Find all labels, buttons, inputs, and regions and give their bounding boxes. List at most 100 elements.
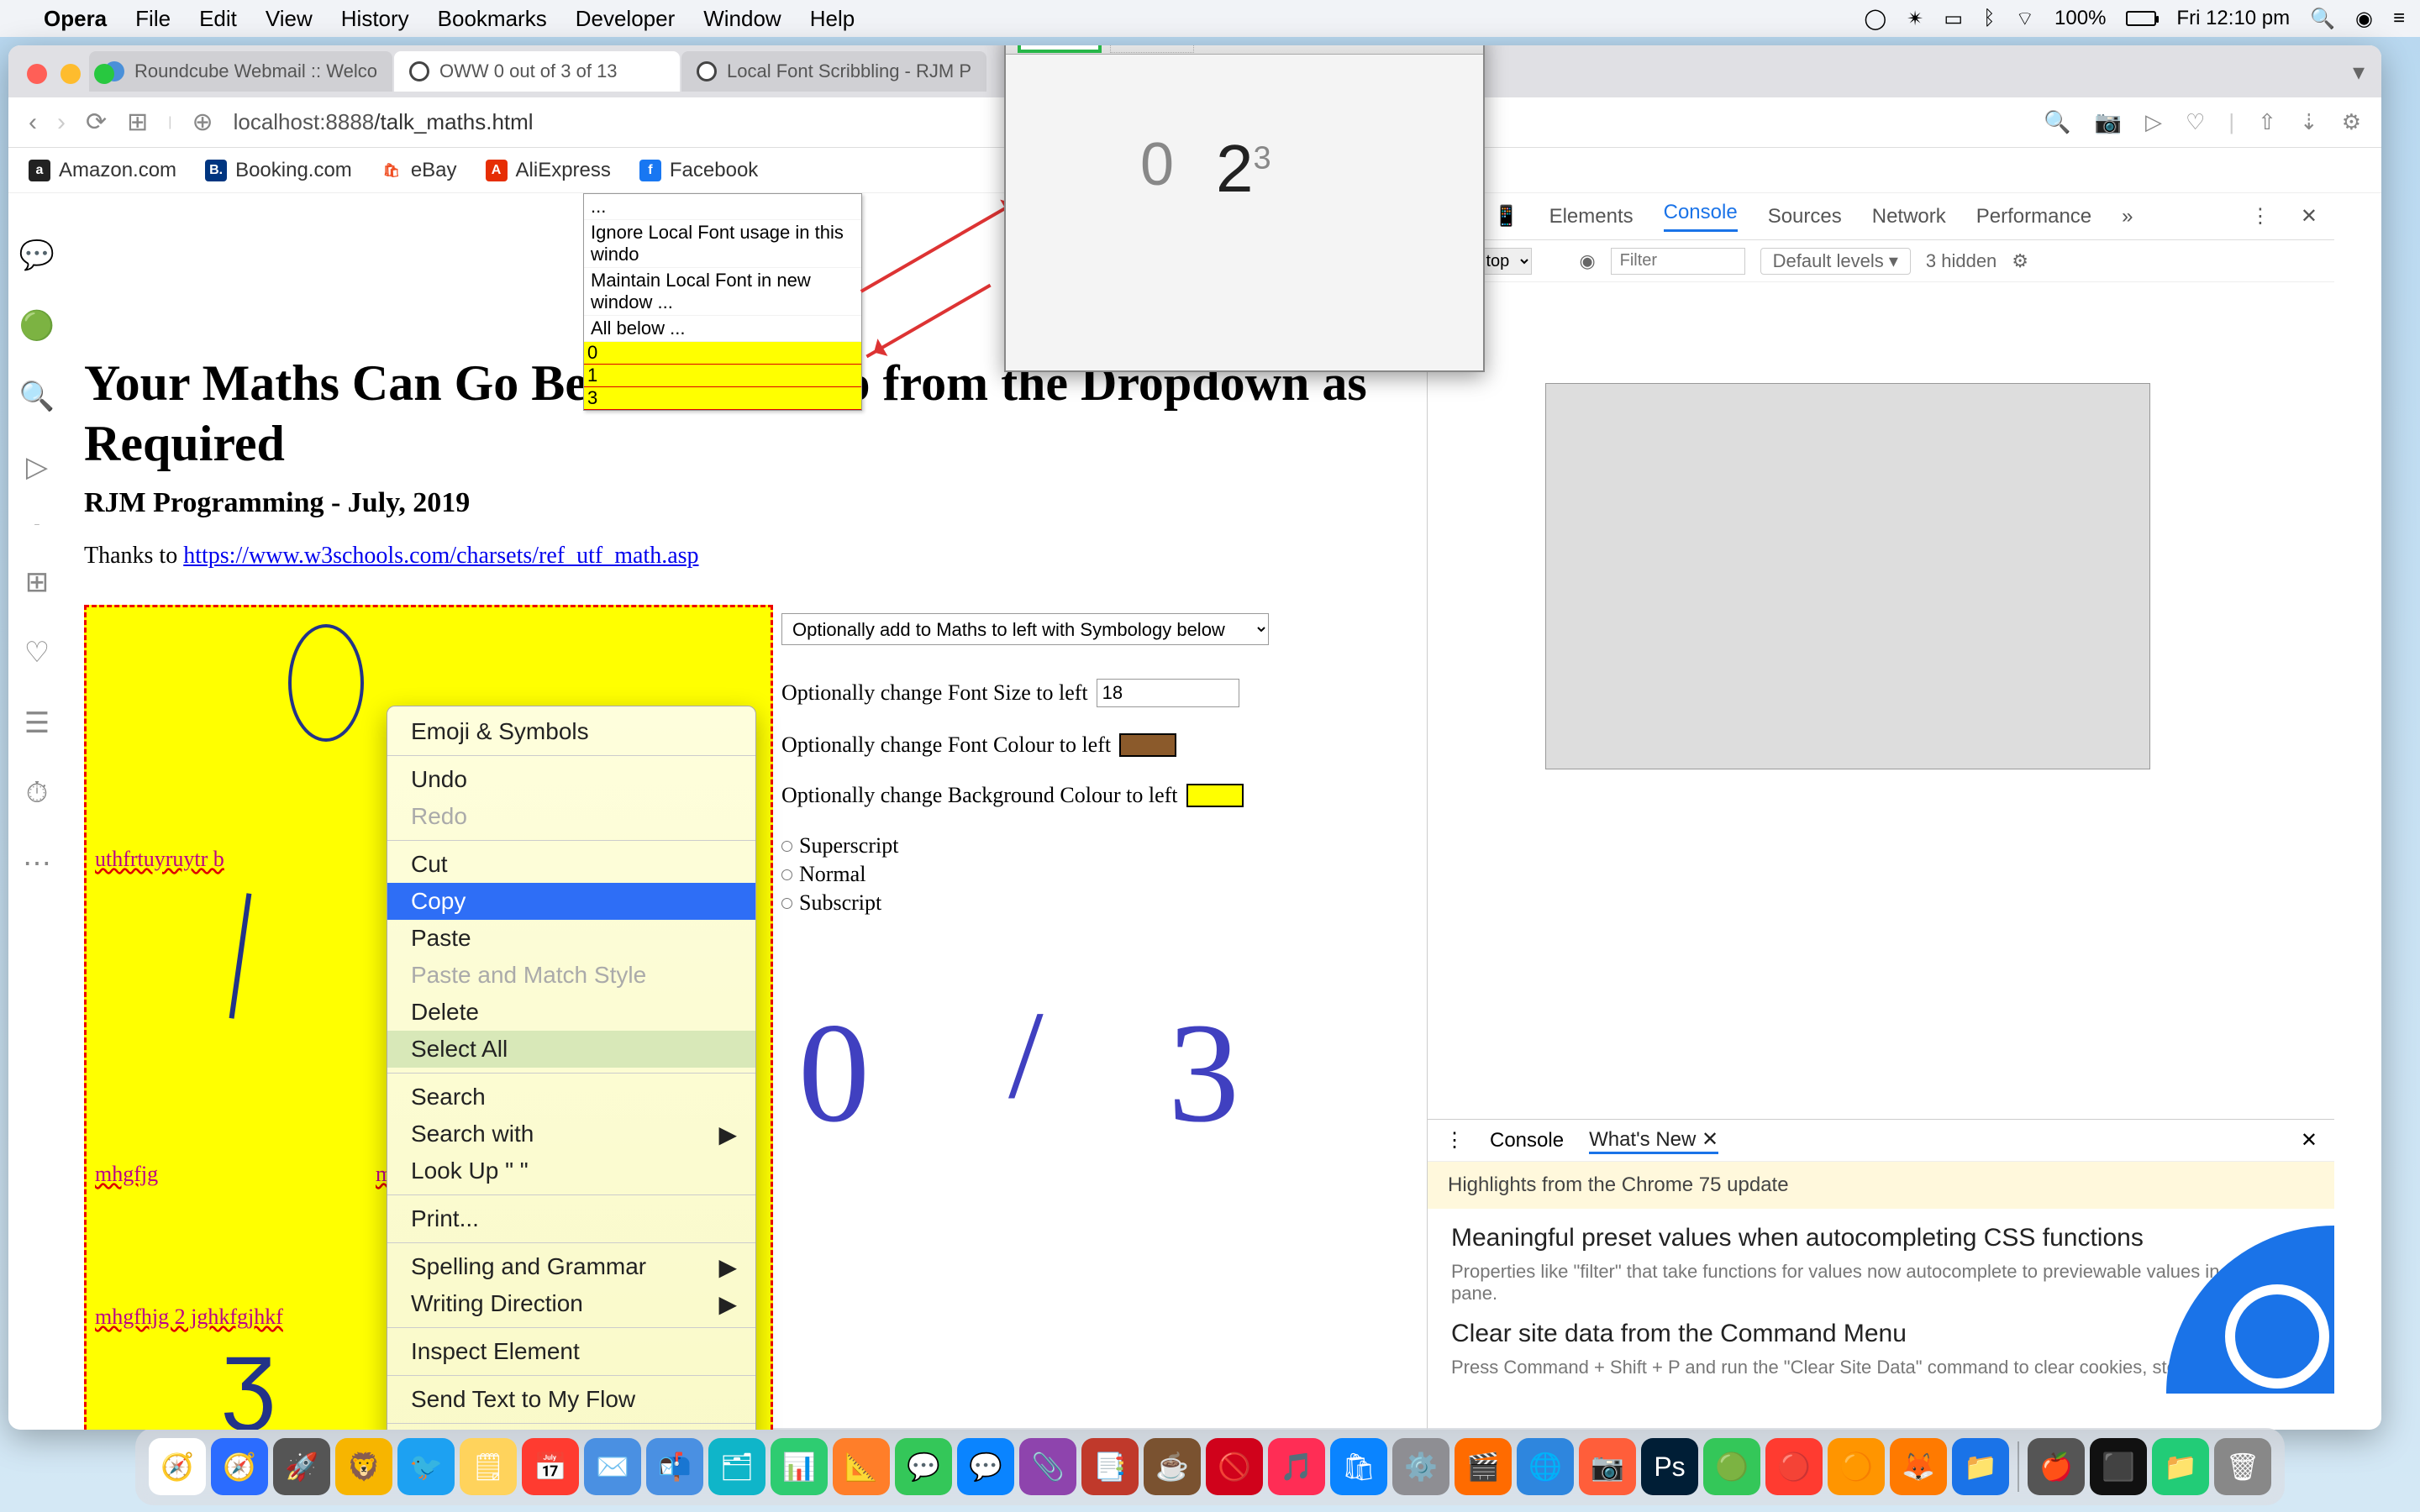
context-menu-item[interactable]: Redo: [387, 798, 755, 835]
drawer-close-icon[interactable]: ✕: [2301, 1128, 2317, 1152]
help-dropdown-open[interactable]: ... Ignore Local Font usage in this wind…: [583, 193, 862, 411]
search-in-page-icon[interactable]: 🔍: [2044, 109, 2070, 135]
dock-app-icon[interactable]: 💬: [957, 1438, 1014, 1495]
send-to-flow-icon[interactable]: ▷: [2145, 109, 2162, 135]
dock-app-icon[interactable]: 🐦: [397, 1438, 455, 1495]
context-menu-item[interactable]: Paste: [387, 920, 755, 957]
dock-app-icon[interactable]: 💬: [895, 1438, 952, 1495]
context-menu-item[interactable]: Select All: [387, 1031, 755, 1068]
context-menu-item[interactable]: Undo: [387, 761, 755, 798]
preview-thumb-selected[interactable]: [1018, 45, 1102, 53]
dock-app-icon[interactable]: 🍎: [2028, 1438, 2085, 1495]
canvas-text[interactable]: uthfrtuyruytr b: [95, 847, 224, 872]
context-menu-item[interactable]: Paste and Match Style: [387, 957, 755, 994]
hidden-count[interactable]: 3 hidden: [1926, 250, 1996, 272]
maximize-window-button[interactable]: [94, 64, 114, 84]
context-menu-item[interactable]: Emoji & Symbols: [387, 713, 755, 750]
dock-app-icon[interactable]: 🗑: [2214, 1438, 2271, 1495]
favorite-icon[interactable]: ♡: [2186, 109, 2205, 135]
dropdown-option[interactable]: 1: [584, 365, 861, 387]
dock-app-icon[interactable]: ✉️: [584, 1438, 641, 1495]
dock-app-icon[interactable]: 🧭: [211, 1438, 268, 1495]
browser-tab[interactable]: Local Font Scribbling - RJM P: [681, 51, 986, 92]
dock-app-icon[interactable]: 🗂: [708, 1438, 765, 1495]
minimize-window-button[interactable]: [60, 64, 81, 84]
dock-app-icon[interactable]: 🗒: [460, 1438, 517, 1495]
dock-app-icon[interactable]: 🎵: [1268, 1438, 1325, 1495]
dock-app-icon[interactable]: 🚀: [273, 1438, 330, 1495]
dock-app-icon[interactable]: 📅: [522, 1438, 579, 1495]
eye-icon[interactable]: ◉: [1579, 250, 1595, 272]
bookmark-item[interactable]: B.Booking.com: [205, 159, 352, 182]
dt-tab-sources[interactable]: Sources: [1768, 205, 1842, 228]
dock-app-icon[interactable]: 📷: [1579, 1438, 1636, 1495]
dock-app-icon[interactable]: 📑: [1081, 1438, 1139, 1495]
context-menu-item[interactable]: Spelling and Grammar▶: [387, 1248, 755, 1285]
spotlight-icon[interactable]: 🔍: [2310, 7, 2335, 31]
app-name[interactable]: Opera: [44, 6, 107, 32]
dock-app-icon[interactable]: 📬: [646, 1438, 703, 1495]
bookmark-item[interactable]: aAmazon.com: [29, 159, 176, 182]
context-menu-item[interactable]: Inspect Element: [387, 1333, 755, 1370]
close-window-button[interactable]: [27, 64, 47, 84]
dock-app-icon[interactable]: ⬛: [2090, 1438, 2147, 1495]
dock-app-icon[interactable]: ☕: [1144, 1438, 1201, 1495]
log-level-select[interactable]: Default levels ▾: [1760, 248, 1911, 275]
context-menu-item[interactable]: Copy: [387, 883, 755, 920]
context-menu-item[interactable]: Look Up " ": [387, 1152, 755, 1189]
dock-app-icon[interactable]: 📐: [833, 1438, 890, 1495]
device-toggle-icon[interactable]: 📱: [1494, 204, 1519, 228]
dropdown-option[interactable]: ...: [584, 194, 861, 220]
dt-more-tabs-icon[interactable]: »: [2122, 205, 2133, 228]
site-info-icon[interactable]: ⊕: [192, 108, 213, 137]
dock-app-icon[interactable]: ⚙️: [1392, 1438, 1449, 1495]
context-menu-item[interactable]: Search: [387, 1079, 755, 1116]
menu-history[interactable]: History: [341, 6, 409, 32]
dropdown-option[interactable]: Maintain Local Font in new window ...: [584, 268, 861, 316]
forward-button[interactable]: ›: [57, 108, 66, 137]
devtools-close-icon[interactable]: ✕: [2301, 204, 2317, 228]
preview-popup-window[interactable]: 0 23: [1004, 45, 1485, 372]
context-menu-item[interactable]: Writing Direction▶: [387, 1285, 755, 1322]
drawer-menu-icon[interactable]: ⋮: [1444, 1128, 1465, 1152]
share-icon[interactable]: ⇧: [2258, 109, 2276, 135]
menu-file[interactable]: File: [135, 6, 171, 32]
menu-bookmarks[interactable]: Bookmarks: [438, 6, 547, 32]
canvas-text[interactable]: mhgfjg: [95, 1162, 158, 1187]
status-clock[interactable]: Fri 12:10 pm: [2176, 7, 2290, 30]
console-settings-icon[interactable]: ⚙: [2012, 250, 2028, 272]
thanks-link[interactable]: https://www.w3schools.com/charsets/ref_u…: [183, 543, 698, 569]
subscript-radio[interactable]: Subscript: [781, 890, 1319, 916]
dock-app-icon[interactable]: 🦊: [1890, 1438, 1947, 1495]
dt-tab-elements[interactable]: Elements: [1549, 205, 1634, 228]
snapshot-icon[interactable]: 📷: [2095, 109, 2122, 135]
back-button[interactable]: ‹: [29, 108, 37, 137]
canvas-text[interactable]: mhgfhjg 2 jghkfgjhkf: [95, 1305, 283, 1330]
fontsize-input[interactable]: [1097, 679, 1239, 707]
browser-tab-active[interactable]: OWW 0 out of 3 of 13: [394, 51, 680, 92]
status-avast-icon[interactable]: ✴: [1907, 7, 1923, 31]
reload-button[interactable]: ⟳: [86, 108, 107, 137]
dock-app-icon[interactable]: 🚫: [1206, 1438, 1263, 1495]
browser-tab[interactable]: Roundcube Webmail :: Welco: [89, 51, 392, 92]
context-menu-item[interactable]: Speech▶: [387, 1429, 755, 1430]
dropdown-option[interactable]: 0: [584, 342, 861, 365]
status-generic-icon[interactable]: ◯: [1864, 7, 1886, 31]
menu-window[interactable]: Window: [703, 6, 781, 32]
notification-center-icon[interactable]: ≡: [2393, 7, 2405, 30]
drawer-tab-console[interactable]: Console: [1490, 1129, 1564, 1152]
dropdown-option[interactable]: 3: [584, 387, 861, 410]
dock-app-icon[interactable]: 🟠: [1828, 1438, 1885, 1495]
context-menu-item[interactable]: Send Text to My Flow: [387, 1381, 755, 1418]
dt-menu-icon[interactable]: ⋮: [2250, 204, 2270, 228]
status-airplay-icon[interactable]: ▭: [1944, 7, 1963, 31]
status-bluetooth-icon[interactable]: ᛒ: [1983, 7, 1995, 30]
normal-radio[interactable]: Normal: [781, 862, 1319, 887]
menu-edit[interactable]: Edit: [199, 6, 237, 32]
dt-tab-network[interactable]: Network: [1872, 205, 1946, 228]
context-menu-item[interactable]: Cut: [387, 846, 755, 883]
context-menu-item[interactable]: Print...: [387, 1200, 755, 1237]
symbology-select[interactable]: Optionally add to Maths to left with Sym…: [781, 613, 1269, 645]
siri-icon[interactable]: ◉: [2355, 7, 2373, 31]
dock-app-icon[interactable]: 🌐: [1517, 1438, 1574, 1495]
